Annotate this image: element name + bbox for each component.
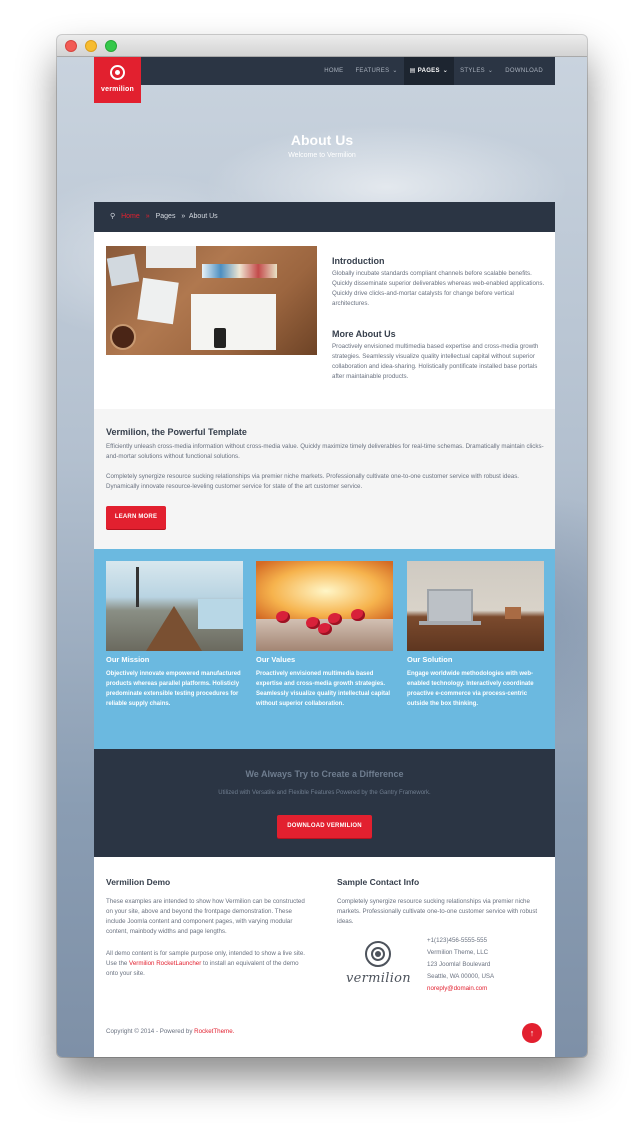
footer-brand-text: vermilion (346, 971, 411, 986)
cta-heading: We Always Try to Create a Difference (245, 769, 404, 779)
double-chevron-icon: » (181, 213, 186, 220)
site-logo[interactable]: vermilion (94, 57, 141, 103)
cta-subtext: Utilized with Versatile and Flexible Fea… (218, 790, 431, 796)
values-title: Our Values (256, 655, 296, 664)
mission-photo (106, 561, 243, 651)
workspace-photo (106, 246, 317, 355)
more-about-heading: More About Us (332, 329, 396, 339)
contact-details: +1(123)456-5555-555 Vermilion Theme, LLC… (427, 935, 557, 995)
browser-window: vermilion Home Features ⌄ ▤ Pages ⌄ Styles ⌄… (57, 35, 587, 1057)
values-text: Proactively envisioned multimedia based … (256, 671, 391, 707)
solution-title: Our Solution (407, 655, 453, 664)
nav-home[interactable]: Home (318, 57, 349, 85)
breadcrumb-home[interactable]: Home (121, 213, 140, 220)
more-about-text: Proactively envisioned multimedia based … (332, 343, 539, 380)
breadcrumb: ⚲ Home » Pages » About Us (94, 202, 555, 232)
introduction-heading: Introduction (332, 256, 385, 266)
demo-heading: Vermilion Demo (106, 877, 171, 887)
vermilion-logo-icon (365, 941, 391, 967)
cta-section: We Always Try to Create a Difference Uti… (94, 749, 555, 857)
copyright: Copyright © 2014 - Powered by RocketThem… (106, 1028, 235, 1035)
contact-email-link[interactable]: noreply@domain.com (427, 985, 487, 992)
main-navbar: Home Features ⌄ ▤ Pages ⌄ Styles ⌄ Download (141, 57, 555, 85)
logo-text: vermilion (101, 86, 134, 93)
mission-text: Objectively innovate empowered manufactu… (106, 671, 241, 707)
contact-city: Seattle, WA 00000, USA (427, 973, 495, 980)
template-text-1: Efficiently unleash cross-media informat… (106, 443, 544, 460)
contact-company: Vermilion Theme, LLC (427, 949, 489, 956)
solution-photo (407, 561, 544, 651)
chevron-down-icon: ⌄ (487, 68, 494, 74)
location-pin-icon: ⚲ (110, 213, 116, 220)
contact-phone: +1(123)456-5555-555 (427, 937, 488, 944)
learn-more-button[interactable]: Learn More (106, 506, 166, 529)
template-text-2: Completely synergize resource sucking re… (106, 473, 520, 490)
contact-text: Completely synergize resource sucking re… (337, 898, 538, 925)
breadcrumb-pages[interactable]: Pages (156, 213, 176, 220)
minimize-window-button[interactable] (85, 40, 97, 52)
breadcrumb-current: About Us (188, 213, 218, 220)
contact-heading: Sample Contact Info (337, 877, 420, 887)
nav-download[interactable]: Download (499, 57, 549, 85)
features-section: Our Mission Objectively innovate empower… (94, 549, 555, 749)
nav-styles[interactable]: Styles ⌄ (454, 57, 499, 85)
page-subtitle: Welcome to Vermilion (288, 152, 356, 159)
rockettheme-link[interactable]: RocketTheme. (194, 1028, 234, 1035)
chevron-down-icon: ⌄ (442, 68, 449, 74)
nav-features[interactable]: Features ⌄ (349, 57, 403, 85)
zoom-window-button[interactable] (105, 40, 117, 52)
page-icon: ▤ (409, 68, 416, 74)
site-page: vermilion Home Features ⌄ ▤ Pages ⌄ Styles ⌄… (57, 57, 587, 1057)
demo-text-2: All demo content is for sample purpose o… (106, 950, 306, 977)
back-to-top-button[interactable]: ↑ (522, 1023, 542, 1043)
main-nav: Home Features ⌄ ▤ Pages ⌄ Styles ⌄ Download (318, 57, 549, 85)
download-vermilion-button[interactable]: Download Vermilion (277, 815, 372, 838)
double-chevron-icon: » (145, 213, 150, 220)
solution-text: Engage worldwide methodologies with web-… (407, 671, 534, 707)
page-title: About Us (290, 132, 354, 148)
close-window-button[interactable] (65, 40, 77, 52)
rocketlauncher-link[interactable]: Vermilion RocketLauncher (129, 960, 201, 967)
template-heading: Vermilion, the Powerful Template (106, 427, 247, 437)
nav-pages[interactable]: ▤ Pages ⌄ (403, 57, 455, 85)
chevron-down-icon: ⌄ (392, 68, 398, 74)
contact-street: 123 Joomla! Boulevard (427, 961, 491, 968)
window-titlebar (57, 35, 587, 57)
values-photo (256, 561, 393, 651)
template-section: Vermilion, the Powerful Template Efficie… (94, 409, 555, 549)
logo-icon (110, 65, 125, 80)
arrow-up-icon: ↑ (529, 1028, 535, 1038)
intro-section: Introduction Globally incubate standards… (94, 232, 555, 409)
mission-title: Our Mission (106, 655, 150, 664)
footer-section: Vermilion Demo These examples are intend… (94, 857, 555, 1057)
introduction-text: Globally incubate standards compliant ch… (332, 270, 545, 307)
demo-text-1: These examples are intended to show how … (106, 898, 305, 935)
